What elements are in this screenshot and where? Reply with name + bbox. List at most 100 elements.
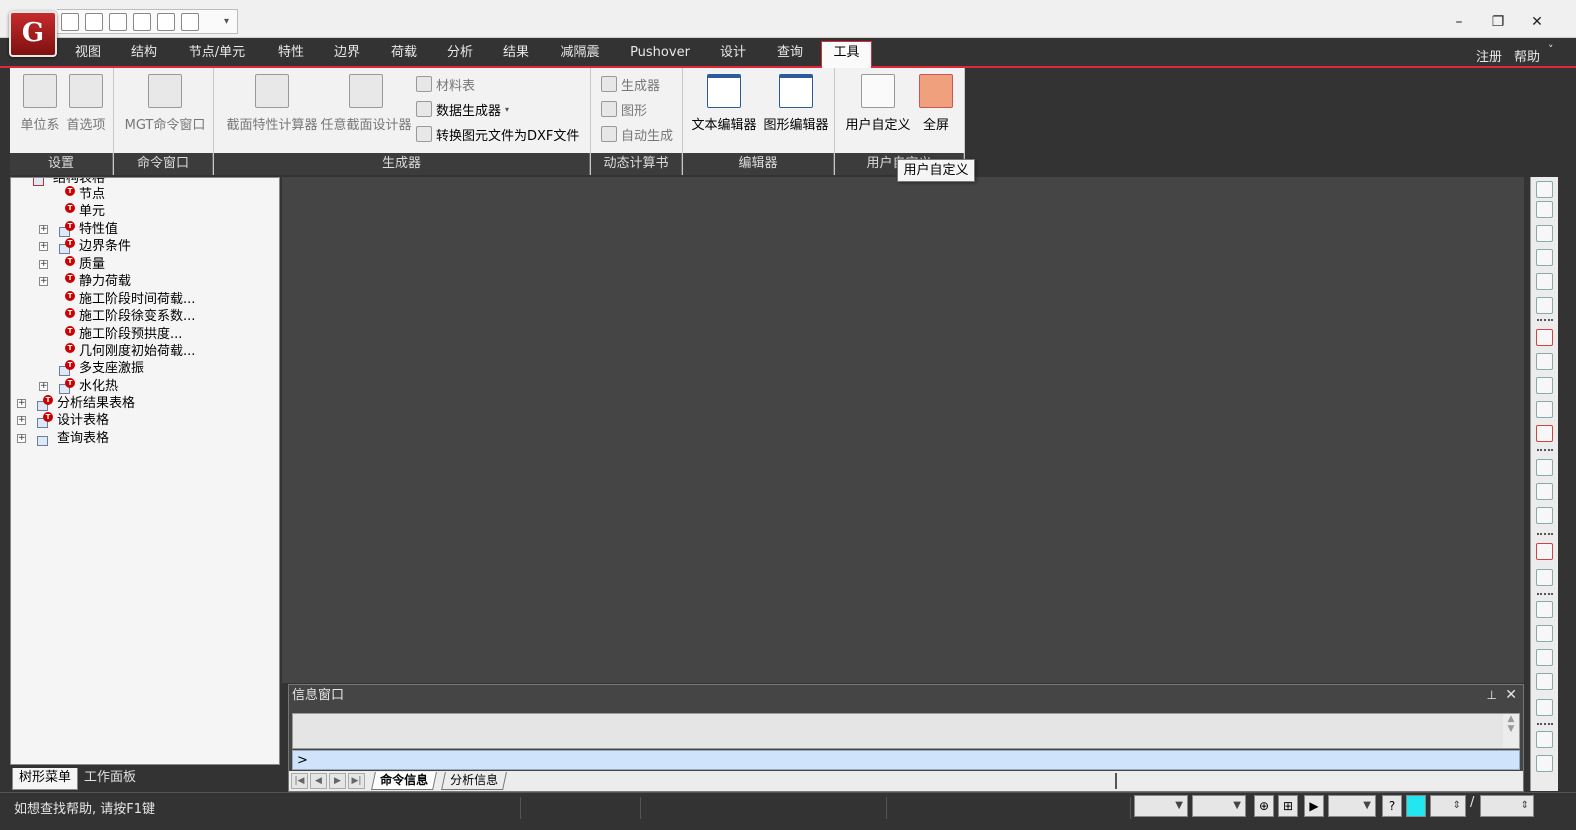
- section-calculator-button[interactable]: 截面特性计算器: [220, 74, 324, 133]
- tab-command-info[interactable]: 命令信息: [371, 772, 437, 790]
- tree-item-static-load[interactable]: T 静力荷载: [59, 272, 131, 290]
- expand-icon[interactable]: +: [39, 382, 48, 391]
- last-tab-button[interactable]: ▶|: [348, 773, 365, 789]
- next-tab-button[interactable]: ▶: [329, 773, 346, 789]
- unit-system-button[interactable]: 单位系: [19, 74, 61, 133]
- expand-icon[interactable]: +: [17, 434, 26, 443]
- model-view-canvas[interactable]: [282, 177, 1524, 683]
- minimize-button[interactable]: –: [1450, 14, 1468, 30]
- cross-icon[interactable]: [1536, 297, 1553, 314]
- command-input[interactable]: >: [292, 750, 1520, 770]
- register-link[interactable]: 注册: [1476, 46, 1502, 65]
- view-front-icon[interactable]: [1536, 625, 1553, 642]
- tree-item-design-tables[interactable]: T 设计表格: [37, 411, 109, 429]
- tree-item-stage-creep[interactable]: T 施工阶段徐变系数...: [59, 307, 195, 325]
- any-section-designer-button[interactable]: 任意截面设计器: [318, 74, 414, 133]
- expand-icon[interactable]: +: [17, 416, 26, 425]
- app-logo[interactable]: G: [9, 11, 57, 57]
- tree-item-geometric-stiffness[interactable]: T 几何刚度初始荷载...: [59, 342, 195, 360]
- user-defined-button[interactable]: 用户自定义: [843, 74, 913, 133]
- view-top-icon[interactable]: [1536, 649, 1553, 666]
- close-button[interactable]: ✕: [1528, 14, 1546, 30]
- expand-icon[interactable]: +: [39, 260, 48, 269]
- frame-icon[interactable]: [1536, 569, 1553, 586]
- new-file-icon[interactable]: [61, 12, 79, 31]
- mgt-command-button[interactable]: MGT命令窗口: [119, 74, 211, 133]
- unit-force-select[interactable]: ▼: [1134, 795, 1188, 817]
- tree-item-stage-camber[interactable]: T 施工阶段预拱度...: [59, 325, 182, 343]
- tab-query[interactable]: 查询: [770, 44, 810, 66]
- rotate-icon[interactable]: [1536, 507, 1553, 524]
- zoom-fit-icon[interactable]: [1536, 353, 1553, 370]
- tab-boundary[interactable]: 边界: [327, 44, 367, 66]
- tree-item-multi-support[interactable]: T 多支座激振: [59, 359, 144, 377]
- tree-item-properties[interactable]: T 特性值: [59, 220, 118, 238]
- dxf-convert-button[interactable]: 转换图元文件为DXF文件: [416, 124, 579, 144]
- close-icon[interactable]: ✕: [1505, 687, 1517, 703]
- copy-view-icon[interactable]: [1536, 755, 1553, 772]
- expand-icon[interactable]: +: [17, 399, 26, 408]
- tab-pushover[interactable]: Pushover: [622, 44, 698, 66]
- stage-select[interactable]: ▼: [1328, 795, 1376, 817]
- data-generator-button[interactable]: 数据生成器 ▾: [416, 99, 509, 119]
- line-check-icon[interactable]: [1536, 249, 1553, 266]
- tree-item-mass[interactable]: T 质量: [59, 255, 105, 273]
- expand-icon[interactable]: +: [39, 225, 48, 234]
- help-link[interactable]: 帮助: [1514, 46, 1540, 65]
- tab-design[interactable]: 设计: [713, 44, 753, 66]
- tree-item-node[interactable]: T 节点: [59, 185, 105, 203]
- tab-analysis-info[interactable]: 分析信息: [441, 772, 507, 790]
- snap-icon[interactable]: [1536, 201, 1553, 218]
- data-generator-dropdown-icon[interactable]: ▾: [505, 105, 509, 114]
- help-dropdown-icon[interactable]: ˅: [1548, 43, 1554, 56]
- tab-isolation[interactable]: 减隔震: [552, 44, 608, 66]
- import-icon[interactable]: [109, 12, 127, 31]
- grid-toggle-icon[interactable]: ⊞: [1278, 795, 1298, 817]
- tab-results[interactable]: 结果: [496, 44, 536, 66]
- quick-access-dropdown-icon[interactable]: ▾: [224, 16, 229, 27]
- tab-structure[interactable]: 结构: [124, 44, 164, 66]
- dyn-auto-button[interactable]: 自动生成: [601, 124, 673, 144]
- message-hscrollbar[interactable]: [1115, 773, 1521, 789]
- camera-icon[interactable]: [1536, 543, 1553, 560]
- zoom-all-icon[interactable]: [1536, 425, 1553, 442]
- print-preview-icon[interactable]: [181, 12, 199, 31]
- pin-icon[interactable]: ⊥: [1487, 688, 1497, 702]
- tree-item-element[interactable]: T 单元: [59, 202, 105, 220]
- tree-item-hydration-heat[interactable]: T 水化热: [59, 377, 118, 395]
- tab-work-panel[interactable]: 工作面板: [78, 768, 142, 790]
- dyn-graphic-button[interactable]: 图形: [601, 99, 647, 119]
- tab-tools[interactable]: 工具: [821, 41, 872, 68]
- unit-length-select[interactable]: ▼: [1192, 795, 1246, 817]
- tab-view[interactable]: 视图: [68, 44, 108, 66]
- zoom-window-icon[interactable]: [1536, 329, 1553, 346]
- preferences-button[interactable]: 首选项: [65, 74, 107, 133]
- graphic-editor-button[interactable]: 图形编辑器: [761, 74, 831, 133]
- grid-icon[interactable]: [1536, 181, 1553, 198]
- line-icon[interactable]: [1536, 225, 1553, 242]
- pan-icon[interactable]: [1536, 483, 1553, 500]
- first-tab-button[interactable]: |◀: [291, 773, 308, 789]
- message-scrollbar[interactable]: ▲ ▼: [1503, 714, 1519, 748]
- view-iso-icon[interactable]: [1536, 601, 1553, 618]
- print-icon[interactable]: [157, 12, 175, 31]
- tree-item-analysis-results[interactable]: T 分析结果表格: [37, 394, 135, 412]
- prev-tab-button[interactable]: ◀: [310, 773, 327, 789]
- zoom-dynamic-icon[interactable]: [1536, 459, 1553, 476]
- fullscreen-button[interactable]: 全屏: [915, 74, 957, 133]
- zoom-in-icon[interactable]: [1536, 377, 1553, 394]
- restore-button[interactable]: ❐: [1489, 14, 1507, 30]
- page-total-input[interactable]: ⇕: [1480, 795, 1534, 817]
- page-current-input[interactable]: ⇕: [1430, 795, 1466, 817]
- material-table-button[interactable]: 材料表: [416, 74, 475, 94]
- snap-toggle-icon[interactable]: ⊕: [1254, 795, 1274, 817]
- tab-properties[interactable]: 特性: [271, 44, 311, 66]
- text-editor-button[interactable]: 文本编辑器: [689, 74, 759, 133]
- zoom-out-icon[interactable]: [1536, 401, 1553, 418]
- tab-analysis[interactable]: 分析: [440, 44, 480, 66]
- tab-load[interactable]: 荷载: [384, 44, 424, 66]
- save-icon[interactable]: [133, 12, 151, 31]
- line-select-icon[interactable]: [1536, 273, 1553, 290]
- color-swatch[interactable]: [1406, 795, 1426, 817]
- play-icon[interactable]: ▶: [1304, 795, 1324, 817]
